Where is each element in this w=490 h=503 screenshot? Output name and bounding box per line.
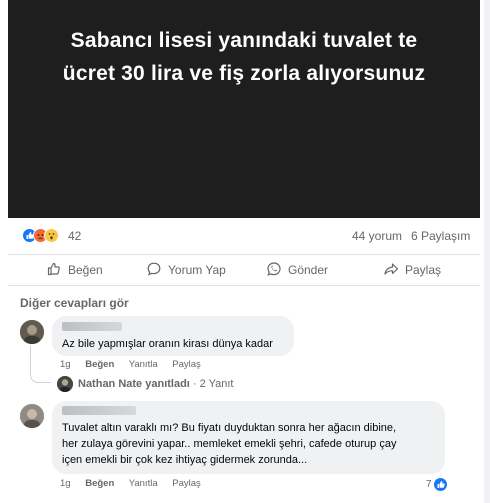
share-button-label: Paylaş [405,263,442,277]
comments-count[interactable]: 44 yorum [352,229,402,243]
facebook-post: Sabancı lisesi yanındaki tuvalet te ücre… [0,0,490,503]
comment-meta: 1g Beğen Yanıtla Paylaş [60,359,213,370]
comment-share-link[interactable]: Paylaş [172,359,201,370]
send-button[interactable]: Gönder [266,260,328,280]
comment-bubble: Tuvalet altın varaklı mı? Bu fiyatı duyd… [52,401,445,474]
comment-like-number: 7 [426,479,432,490]
replier-name: Nathan Nate yanıtladı [78,378,190,390]
share-arrow-icon [383,261,399,280]
comment-button-label: Yorum Yap [168,263,226,277]
reply-thread-line [30,346,51,383]
comment-like-link[interactable]: Beğen [85,478,114,489]
comment-text-line: her zulaya görevini yapar.. memleket eme… [62,438,397,450]
post-actions-bar: Beğen Yorum Yap Gönder Paylaş [8,255,480,286]
comment-share-link[interactable]: Paylaş [172,478,201,489]
avatar[interactable] [20,404,44,428]
thumbs-up-icon [46,261,62,280]
like-button[interactable]: Beğen [46,260,103,280]
comment-like-link[interactable]: Beğen [85,359,114,370]
comment-reply-link[interactable]: Yanıtla [129,478,158,489]
comment-icon [146,261,162,280]
redacted-username[interactable] [62,406,136,415]
reaction-count[interactable]: 42 [68,229,81,243]
like-button-label: Beğen [68,263,103,277]
share-button[interactable]: Paylaş [383,260,441,280]
redacted-username[interactable] [62,322,122,331]
comment-meta: 1g Beğen Yanıtla Paylaş [60,478,213,489]
scrollbar[interactable] [484,0,490,503]
post-headline-line-2: ücret 30 lira ve fiş zorla alıyorsunuz [62,62,426,85]
comment-like-count[interactable]: 7 [426,478,447,491]
avatar [57,376,73,392]
comment-text-line: içen emekli bir çok kez ihtiyaç gidermek… [62,454,308,466]
comment-text: Tuvalet altın varaklı mı? Bu fiyatı duyd… [62,420,396,468]
avatar[interactable] [20,320,44,344]
wow-icon [44,228,59,243]
shares-count[interactable]: 6 Paylaşım [411,229,470,243]
comment-bubble: Az bile yapmışlar oranın kirası dünya ka… [52,316,294,356]
comment-time[interactable]: 1g [60,359,71,370]
whatsapp-icon [266,261,282,280]
comment-text-line: Tuvalet altın varaklı mı? Bu fiyatı duyd… [62,422,397,434]
comment-reply-link[interactable]: Yanıtla [129,359,158,370]
see-more-replies-link[interactable]: Diğer cevapları gör [20,296,129,310]
send-button-label: Gönder [288,263,329,277]
post-headline-line-1: Sabancı lisesi yanındaki tuvalet te [70,29,418,52]
like-icon [433,478,447,491]
post-stats-bar: 42 44 yorum 6 Paylaşım [8,218,480,255]
comment-time[interactable]: 1g [60,478,71,489]
view-replies-link[interactable]: Nathan Nate yanıtladı · 2 Yanıt [78,378,233,390]
post-image[interactable]: Sabancı lisesi yanındaki tuvalet te ücre… [8,0,480,218]
comment-text: Az bile yapmışlar oranın kirası dünya ka… [62,338,273,350]
comment-button[interactable]: Yorum Yap [146,260,226,280]
reply-count: · 2 Yanıt [192,378,234,390]
